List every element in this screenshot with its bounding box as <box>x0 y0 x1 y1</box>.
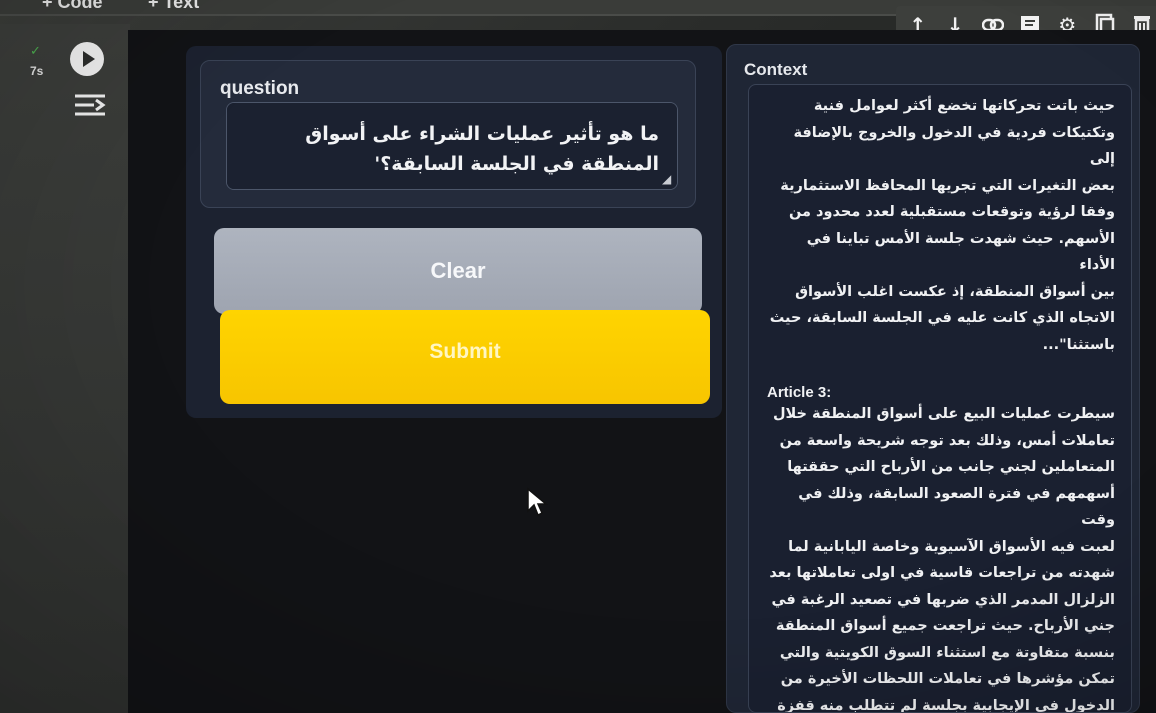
clear-button[interactable]: Clear <box>214 228 702 314</box>
add-text-button[interactable]: + Text <box>148 0 199 13</box>
play-icon <box>82 51 95 67</box>
question-label: question <box>220 78 300 99</box>
question-textarea[interactable]: ما هو تأثير عمليات الشراء على أسواق المن… <box>226 102 678 190</box>
context-paragraph: سيطرت عمليات البيع على أسواق المنطقة خلا… <box>769 406 1115 713</box>
article-heading: Article 3: <box>767 384 832 401</box>
output-actions-icon[interactable] <box>72 90 108 120</box>
run-cell-button[interactable] <box>70 42 104 76</box>
screen: + Code + Text ✓ 7s ↑ ↓ ⚙ question ما هو … <box>0 0 1156 713</box>
context-output[interactable]: حيث باتت تحركاتها تخضع أكثر لعوامل فنية … <box>748 84 1132 713</box>
add-code-button[interactable]: + Code <box>42 0 103 13</box>
execution-success-icon: ✓ <box>30 44 41 59</box>
context-label: Context <box>744 60 808 79</box>
cell-gutter <box>0 24 130 713</box>
submit-button[interactable]: Submit <box>220 310 710 404</box>
execution-time: 7s <box>30 64 44 78</box>
mouse-pointer-icon <box>527 487 548 517</box>
resize-handle-icon[interactable]: ◢ <box>662 172 671 186</box>
context-paragraph: حيث باتت تحركاتها تخضع أكثر لعوامل فنية … <box>769 98 1115 353</box>
